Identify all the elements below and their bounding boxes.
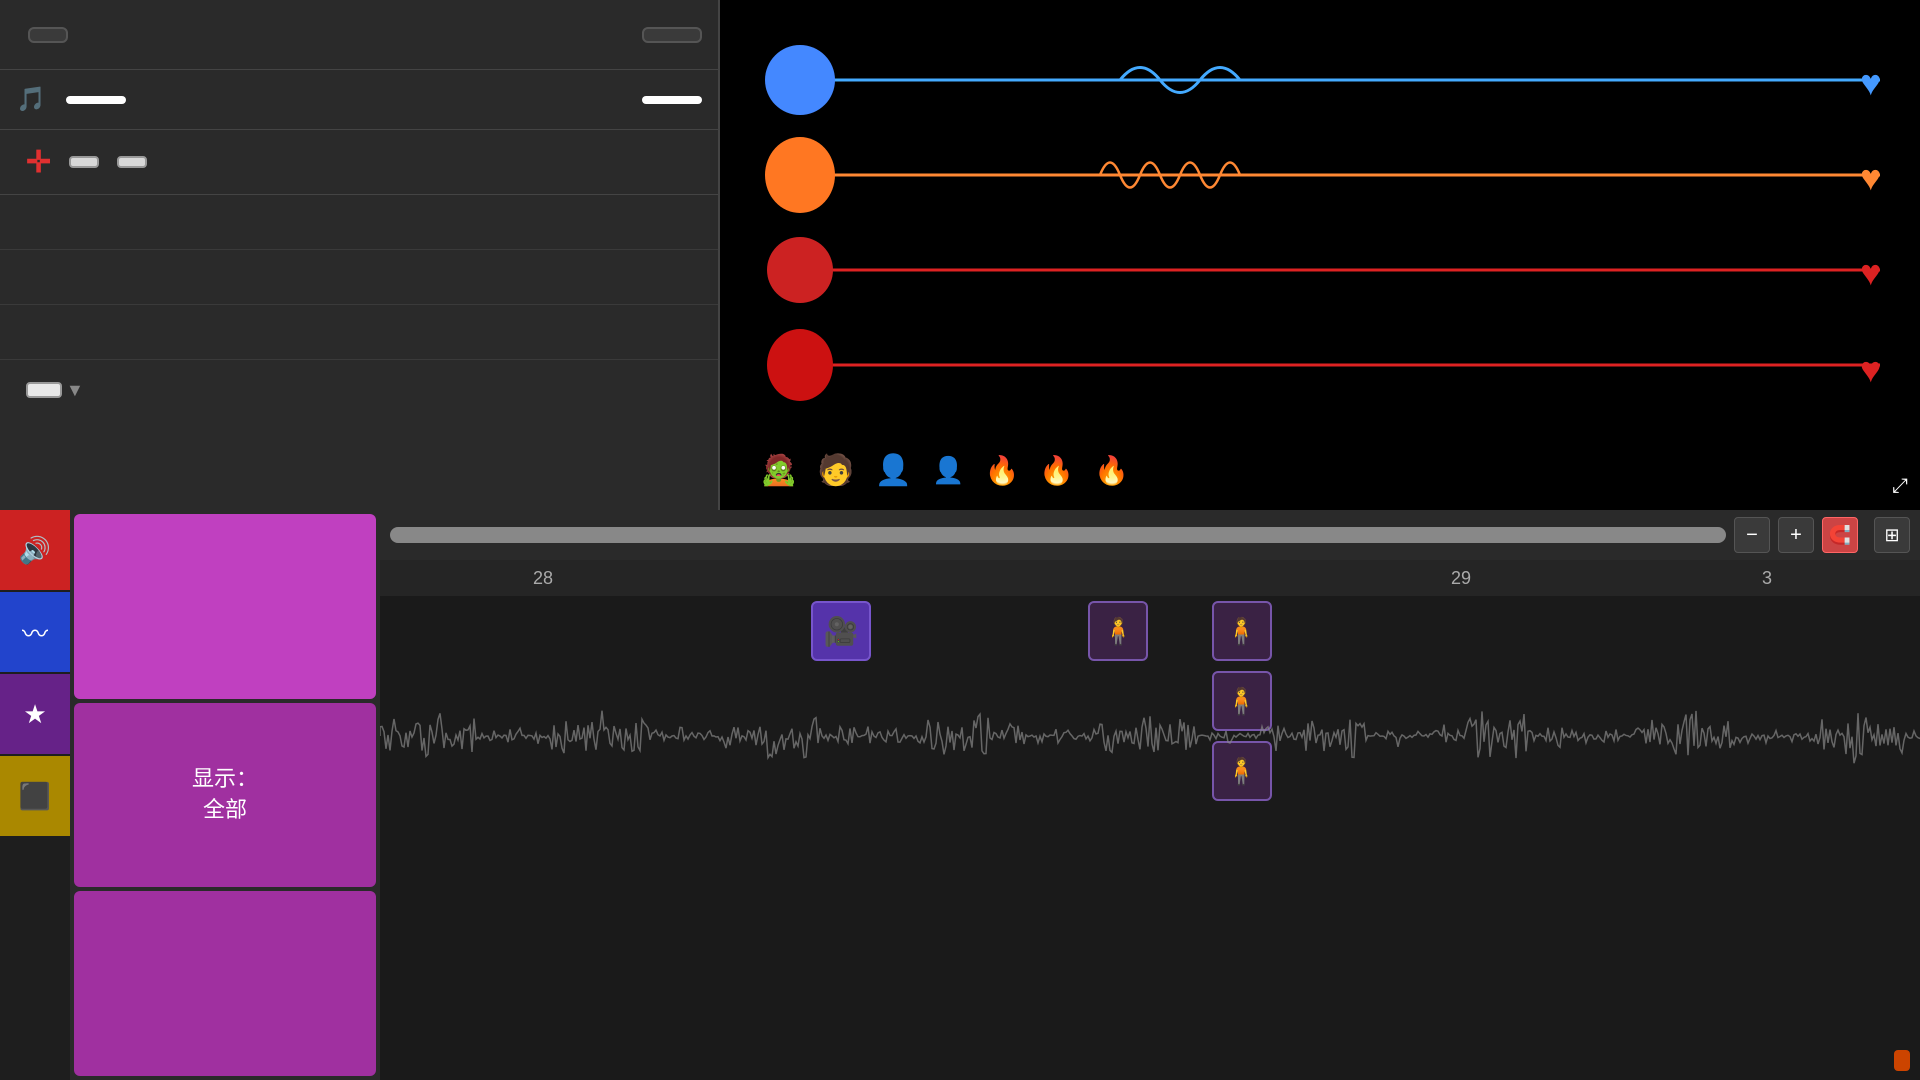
top-bar — [0, 0, 718, 70]
measure-ruler: 28 29 3 — [380, 560, 1920, 596]
bottom-section: 🔊 〰 ★ ⬛ 显示：全部 — [0, 510, 1920, 1080]
menu-button[interactable] — [28, 27, 68, 43]
animation-time-row — [0, 305, 718, 360]
x-coord-box[interactable] — [69, 156, 99, 168]
grid-icon-btn[interactable]: ⬛ — [0, 756, 70, 836]
display-button[interactable]: 显示：全部 — [74, 703, 376, 888]
action-button[interactable] — [74, 514, 376, 699]
sidebar: 🔊 〰 ★ ⬛ 显示：全部 — [0, 510, 380, 1080]
star-icon: ★ — [23, 699, 46, 730]
char-red2-icon: 🧍 — [1225, 616, 1257, 647]
easing-dropdown[interactable] — [26, 382, 62, 398]
sidebar-icons: 🔊 〰 ★ ⬛ — [0, 510, 70, 1080]
delete-button[interactable] — [642, 27, 702, 43]
char-red1-icon: 🧍 — [1102, 616, 1134, 647]
timeline-waveform: // Generate waveform path // Build wavef… — [380, 676, 1920, 1080]
beat-value[interactable] — [642, 96, 702, 104]
measure-row: 🎵 — [0, 70, 718, 130]
angle-row — [0, 250, 718, 305]
timeline-controls: − + 🧲 ⊞ — [380, 510, 1920, 560]
expand-button[interactable]: ⤢ — [1888, 471, 1912, 502]
audio-icon: 🔊 — [19, 535, 51, 566]
svg-text:♥: ♥ — [1860, 157, 1881, 198]
keyframe-camera[interactable]: 🎥 — [811, 601, 871, 661]
audio-icon-btn[interactable]: 🔊 — [0, 510, 70, 590]
display-label: 显示：全部 — [192, 766, 258, 822]
right-preview-panel: ♥ ♥ ♥ ♥ — [720, 0, 1920, 510]
top-section: 🎵 ✛ — [0, 0, 1920, 510]
position-row: ✛ — [0, 130, 718, 195]
preview-area: ♥ ♥ ♥ ♥ — [720, 0, 1920, 510]
keyframe-char-red1[interactable]: 🧍 — [1088, 601, 1148, 661]
grid-icon: ⬛ — [19, 781, 51, 812]
keyframe-char-red2[interactable]: 🧍 — [1212, 601, 1272, 661]
scale-row — [0, 195, 718, 250]
svg-text:♥: ♥ — [1860, 349, 1881, 390]
easing-row: ▼ — [0, 360, 718, 420]
zoom-out-button[interactable]: − — [1734, 517, 1770, 553]
watermark — [1894, 1052, 1910, 1070]
main-container: 🎵 ✛ — [0, 0, 1920, 1080]
crosshair-icon[interactable]: ✛ — [26, 145, 51, 180]
svg-text:♥: ♥ — [1860, 62, 1881, 103]
condition-button[interactable] — [74, 891, 376, 1076]
ruler-mark-29: 29 — [1308, 568, 1614, 589]
wave-icon: 〰 — [22, 614, 48, 651]
character-row: 🧟 🧑 👤 👤 🔥 🔥 🔥 — [720, 430, 1920, 510]
measure-icon: 🎵 — [16, 85, 46, 114]
watermark-text — [1894, 1050, 1910, 1071]
star-icon-btn[interactable]: ★ — [0, 674, 70, 754]
sidebar-content: 显示：全部 — [70, 510, 380, 1080]
left-panel: 🎵 ✛ — [0, 0, 720, 510]
camera-icon: 🎥 — [824, 615, 859, 648]
measure-value[interactable] — [66, 96, 126, 104]
svg-text:♥: ♥ — [1860, 252, 1881, 293]
y-coord-box[interactable] — [117, 156, 147, 168]
grid-settings-button[interactable]: ⊞ — [1874, 517, 1910, 553]
timeline-scrollbar[interactable] — [390, 527, 1726, 543]
waveform-area: // Generate waveform path // Build wavef… — [380, 676, 1920, 1080]
wave-icon-btn[interactable]: 〰 — [0, 592, 70, 672]
ruler-mark-28: 28 — [390, 568, 696, 589]
ruler-mark-30: 3 — [1614, 568, 1920, 589]
timeline-tracks: 🎥 🧍 🧍 🧍 🧍 — [380, 596, 1920, 1080]
zoom-in-button[interactable]: + — [1778, 517, 1814, 553]
timeline-area: − + 🧲 ⊞ 28 29 3 🎥 🧍 — [380, 510, 1920, 1080]
magnet-button[interactable]: 🧲 — [1822, 517, 1858, 553]
